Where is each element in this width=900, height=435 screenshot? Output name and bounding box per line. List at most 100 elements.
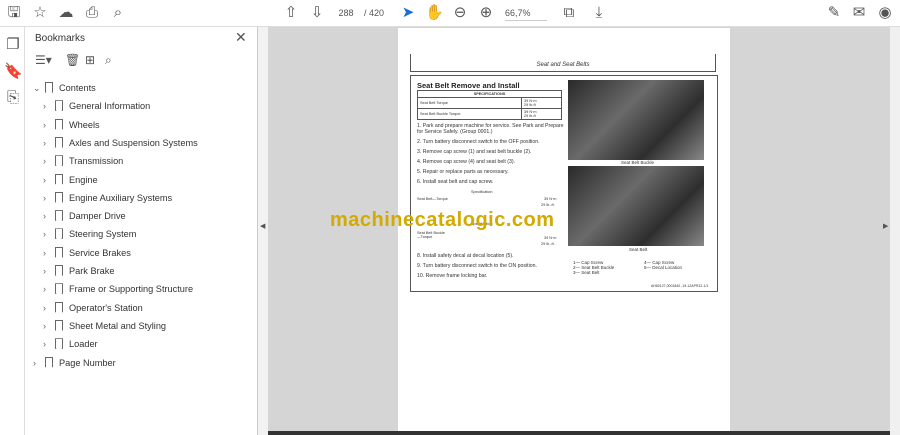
spec-name: Seat Belt—Torque (417, 197, 448, 201)
step: 2. Turn battery disconnect switch to the… (417, 139, 540, 145)
fit-page-icon[interactable]: ⧉ (560, 4, 578, 22)
vertical-scrollbar[interactable] (890, 27, 900, 435)
new-bookmark-icon[interactable]: ⊞ (85, 53, 95, 67)
footer-code: AH60127,0001840 -19-12APR12-1/1 (651, 284, 709, 288)
next-page-icon[interactable]: ⇩ (308, 4, 326, 22)
bookmark-item[interactable]: › Page Number (33, 355, 116, 371)
save-icon[interactable]: 🖫 (5, 4, 23, 22)
chevron-right-icon[interactable]: › (43, 245, 53, 261)
account-icon[interactable]: ◉ (876, 4, 894, 22)
previous-page-icon[interactable]: ⇧ (282, 4, 300, 22)
zoom-select[interactable]: 66,7% (505, 6, 547, 21)
print-icon[interactable]: ⎙ (83, 4, 101, 22)
search-icon[interactable]: ⌕ (109, 4, 127, 22)
attachment-icon[interactable]: ⎘ (4, 89, 22, 107)
document-page: Seat and Seat Belts Seat Belt Remove and… (330, 28, 730, 435)
bookmark-icon (55, 173, 63, 185)
chevron-right-icon[interactable]: › (43, 263, 53, 279)
email-icon[interactable]: ✉ (850, 4, 868, 22)
next-page-arrow-icon[interactable]: ▶ (883, 222, 888, 230)
step: 5. Repair or replace parts as necessary. (417, 169, 509, 175)
select-cursor-icon[interactable]: ➤ (399, 4, 417, 22)
toolbar: 🖫 ☆ ☁ ⎙ ⌕ ⇧ ⇩ 288 / 420 ➤ ✋ ⊖ ⊕ 66,7% ⧉ … (0, 0, 900, 27)
bookmark-item[interactable]: › Transmission (43, 153, 123, 169)
options-menu-icon[interactable]: ☰▾ (35, 53, 52, 67)
bookmark-icon (55, 155, 63, 167)
spec-name: Seat Belt Buckle—Torque (417, 231, 445, 239)
bookmark-label: Wheels (69, 119, 100, 130)
bookmarks-panel: Bookmarks ✕ ☰▾ 🗑 ⊞ ⌕ ⌄ Contents › General I… (25, 27, 258, 435)
bookmark-item[interactable]: ⌄ Contents (33, 80, 96, 96)
pages-icon[interactable]: ❐ (4, 36, 22, 54)
bookmark-item[interactable]: › Engine Auxiliary Systems (43, 190, 172, 206)
delete-icon[interactable]: 🗑 (65, 53, 80, 67)
spec-label: Specification (471, 190, 493, 194)
photo-caption: Seat Belt Buckle (621, 160, 655, 165)
procedure-title: Seat Belt Remove and Install (417, 81, 520, 90)
zoom-in-icon[interactable]: ⊕ (477, 4, 495, 22)
chevron-right-icon[interactable]: › (43, 153, 53, 169)
bookmark-item[interactable]: › Engine (43, 172, 98, 188)
seat-belt-buckle-photo (568, 80, 704, 160)
bookmark-item[interactable]: › Operator's Station (43, 300, 143, 316)
chevron-right-icon[interactable]: › (43, 190, 53, 206)
chevron-right-icon[interactable]: › (43, 117, 53, 133)
chevron-down-icon[interactable]: ⌄ (33, 80, 43, 96)
bookmark-label: Operator's Station (69, 302, 143, 313)
hand-tool-icon[interactable]: ✋ (425, 4, 444, 22)
collapse-arrow-icon[interactable]: ◀ (260, 222, 265, 230)
chevron-right-icon[interactable]: › (43, 281, 53, 297)
bookmark-item[interactable]: › Wheels (43, 117, 100, 133)
chevron-right-icon[interactable]: › (43, 98, 53, 114)
bookmark-label: Transmission (69, 156, 124, 167)
find-bookmark-icon[interactable]: ⌕ (105, 53, 112, 68)
chevron-right-icon[interactable]: › (43, 208, 53, 224)
bookmark-label: Sheet Metal and Styling (69, 320, 167, 331)
chevron-right-icon[interactable]: › (43, 135, 53, 151)
star-icon[interactable]: ☆ (31, 4, 49, 22)
bookmark-item[interactable]: › Park Brake (43, 263, 114, 279)
bookmark-item[interactable]: › Sheet Metal and Styling (43, 318, 166, 334)
bookmark-label: Loader (69, 339, 98, 350)
photo-caption: Seat Belt (629, 247, 648, 252)
chevron-right-icon[interactable]: › (43, 318, 53, 334)
spec-value: 29 lb.-ft. (541, 242, 555, 246)
bookmark-label: Damper Drive (69, 211, 126, 222)
bookmark-item[interactable]: › Frame or Supporting Structure (43, 281, 193, 297)
chevron-right-icon[interactable]: › (43, 172, 53, 188)
legend-left: 1— Cap Screw 2— Seat Belt Buckle 3— Seat B… (573, 260, 615, 275)
spec-value: 29 lb.-ft. (541, 203, 555, 207)
step: 4. Remove cap screw (4) and seat belt (3… (417, 159, 516, 165)
bookmark-icon (55, 301, 63, 313)
bookmark-icon[interactable]: 🔖 (4, 63, 23, 81)
zoom-out-icon[interactable]: ⊖ (451, 4, 469, 22)
scroll-mode-icon[interactable]: ⤓ (590, 4, 608, 22)
step: 8. Install safety decal at decal locatio… (417, 253, 514, 259)
bookmark-icon (55, 210, 63, 222)
upload-cloud-icon[interactable]: ☁ (57, 4, 75, 22)
chevron-right-icon[interactable]: › (43, 336, 53, 352)
bookmark-icon (45, 356, 53, 368)
seat-belt-photo (568, 166, 704, 246)
legend-right: 4— Cap Screw 5— Decal Location (644, 260, 683, 270)
bookmark-icon (55, 191, 63, 203)
chevron-right-icon[interactable]: › (43, 300, 53, 316)
watermark: machinecatalogic.com (330, 209, 555, 231)
bookmark-item[interactable]: › Loader (43, 336, 98, 352)
close-icon[interactable]: ✕ (235, 29, 247, 46)
bookmark-label: Park Brake (69, 266, 115, 276)
edit-sign-icon[interactable]: ✎ (825, 4, 843, 22)
bookmark-item[interactable]: › Damper Drive (43, 208, 126, 224)
bookmark-item[interactable]: › Service Brakes (43, 245, 131, 261)
bookmark-label: Engine Auxiliary Systems (69, 192, 173, 203)
bookmark-item[interactable]: › General Information (43, 98, 150, 114)
bookmark-item[interactable]: › Axles and Suspension Systems (43, 135, 198, 151)
panel-title: Bookmarks (35, 33, 86, 44)
panel-collapse-handle[interactable]: ◀ (258, 27, 268, 435)
chevron-right-icon[interactable]: › (33, 355, 43, 371)
page-number-input[interactable]: 288 (332, 6, 360, 21)
bookmark-icon (55, 118, 63, 130)
chevron-right-icon[interactable]: › (43, 226, 53, 242)
left-rail: ❐ 🔖 ⎘ (0, 27, 25, 435)
bookmark-item[interactable]: › Steering System (43, 226, 136, 242)
